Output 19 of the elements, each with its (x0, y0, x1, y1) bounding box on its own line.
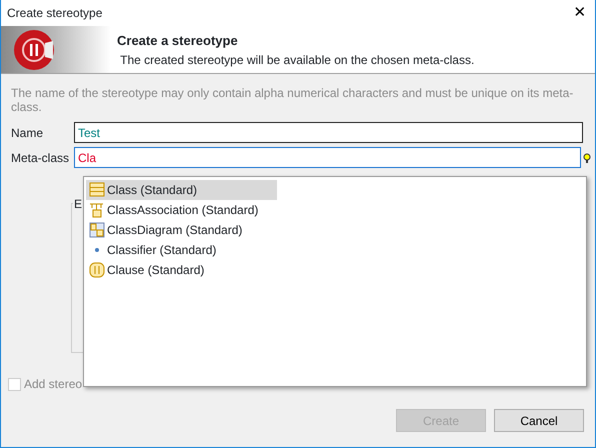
cancel-button[interactable]: Cancel (494, 409, 584, 432)
popup-item[interactable]: Class (Standard) (86, 180, 277, 200)
popup-item[interactable]: Clause (Standard) (86, 260, 277, 280)
lightbulb-icon (583, 152, 591, 164)
popup-item[interactable]: Classifier (Standard) (86, 240, 277, 260)
header-title: Create a stereotype (117, 32, 239, 50)
close-button[interactable]: ✕ (565, 0, 595, 26)
logo-icon (13, 28, 55, 70)
name-field[interactable]: Test (74, 122, 583, 143)
window-title: Create stereotype (7, 5, 102, 22)
field-label: Name (11, 124, 44, 142)
diagram-icon (89, 222, 105, 238)
meta-class-field[interactable]: Cla (74, 147, 581, 168)
popup-item[interactable]: ClassAssociation (Standard) (86, 200, 277, 220)
popup-item[interactable]: ClassDiagram (Standard) (86, 220, 277, 240)
hint-text: The name of the stereotype may only contain alpha numerical characters and must be unique on its meta-class. (10, 85, 574, 114)
checkbox-label: Add stereo (24, 376, 82, 393)
header-subtitle: The created stereotype will be available on the chosen meta-class. (119, 52, 474, 68)
field-label: Meta-class (11, 150, 70, 166)
